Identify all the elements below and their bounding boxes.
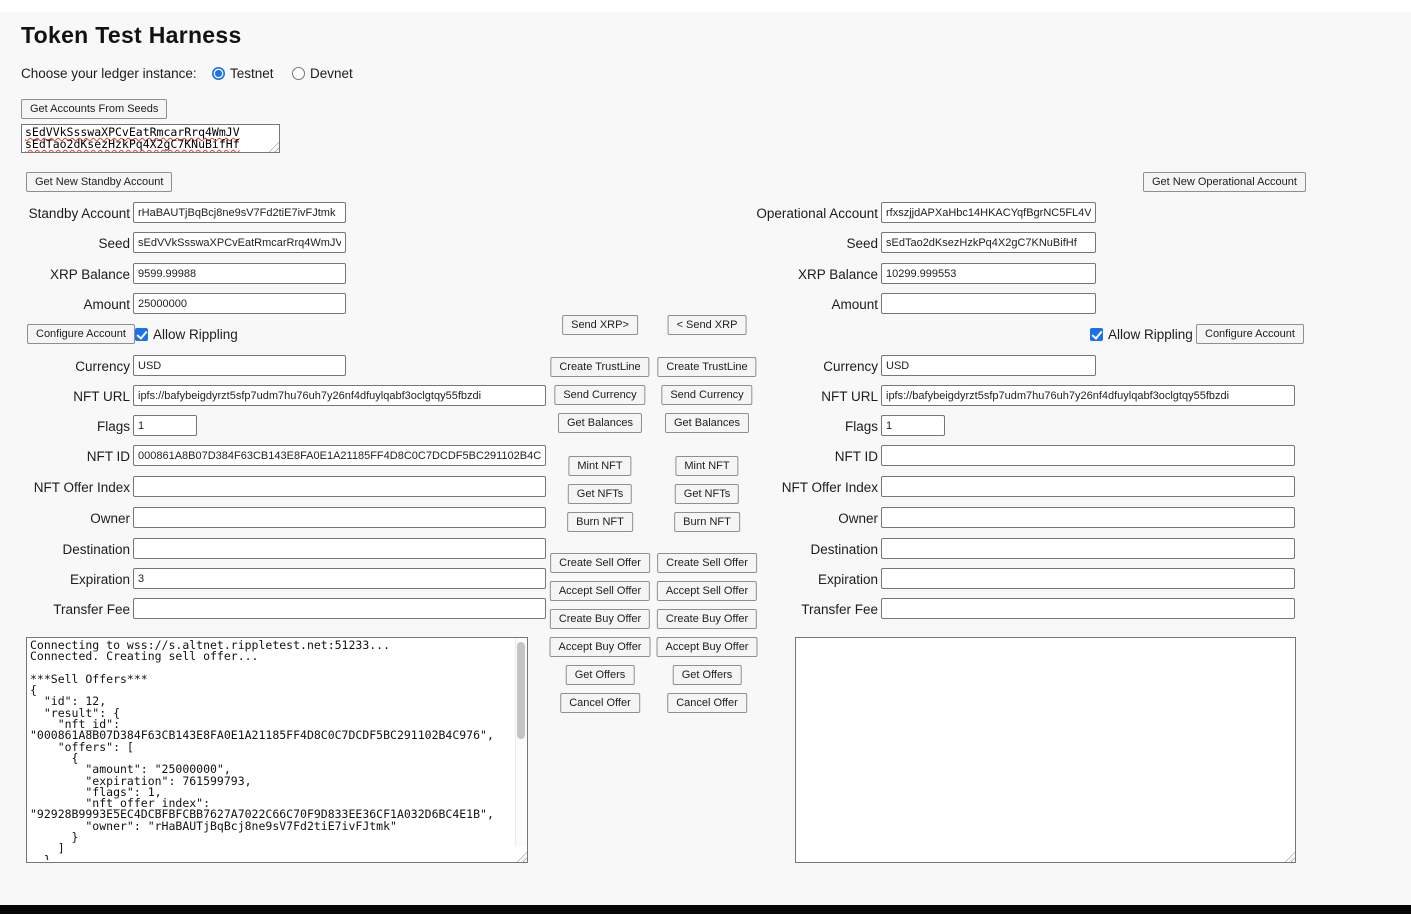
operational-currency-input[interactable] xyxy=(881,355,1096,376)
resize-grip-icon[interactable] xyxy=(514,849,527,862)
operational-xrp-balance-input[interactable] xyxy=(881,263,1096,284)
scrollbar-thumb[interactable] xyxy=(517,642,525,739)
operational-nft-offer-index-input[interactable] xyxy=(881,476,1295,497)
scrollbar-track[interactable] xyxy=(515,638,527,846)
standby-accept-sell-offer-button[interactable]: Accept Sell Offer xyxy=(550,581,650,601)
operational-console-textarea[interactable] xyxy=(795,637,1296,863)
standby-seed-label: Seed xyxy=(0,236,130,251)
operational-seed-input[interactable] xyxy=(881,232,1096,253)
standby-accept-buy-offer-button[interactable]: Accept Buy Offer xyxy=(550,637,651,657)
standby-flags-label: Flags xyxy=(0,419,130,434)
operational-transfer-fee-input[interactable] xyxy=(881,598,1295,619)
get-new-standby-account-button[interactable]: Get New Standby Account xyxy=(26,172,172,192)
standby-owner-input[interactable] xyxy=(133,507,546,528)
resize-grip-icon[interactable] xyxy=(1282,849,1295,862)
standby-nft-url-label: NFT URL xyxy=(0,389,130,404)
operational-get-offers-button[interactable]: Get Offers xyxy=(673,665,742,685)
operational-currency-label: Currency xyxy=(650,359,878,374)
standby-nft-offer-index-label: NFT Offer Index xyxy=(0,480,130,495)
operational-account-label: Operational Account xyxy=(650,206,878,221)
get-accounts-from-seeds-button[interactable]: Get Accounts From Seeds xyxy=(21,99,167,119)
operational-flags-input[interactable] xyxy=(881,415,945,436)
operational-allow-rippling-label[interactable]: Allow Rippling xyxy=(1108,327,1193,342)
operational-expiration-input[interactable] xyxy=(881,568,1295,589)
operational-nft-id-label: NFT ID xyxy=(650,449,878,464)
standby-get-nfts-button[interactable]: Get NFTs xyxy=(568,484,632,504)
standby-configure-account-button[interactable]: Configure Account xyxy=(27,324,135,344)
standby-send-currency-button[interactable]: Send Currency xyxy=(554,385,645,405)
token-test-harness-page: Token Test Harness Choose your ledger in… xyxy=(0,0,1411,914)
operational-owner-input[interactable] xyxy=(881,507,1295,528)
testnet-radio[interactable] xyxy=(212,67,225,80)
top-strip xyxy=(0,0,1411,12)
standby-flags-input[interactable] xyxy=(133,415,197,436)
standby-destination-input[interactable] xyxy=(133,538,546,559)
standby-account-label: Standby Account xyxy=(0,206,130,221)
standby-console-text: Connecting to wss://s.altnet.rippletest.… xyxy=(30,640,511,860)
operational-allow-rippling-checkbox[interactable] xyxy=(1090,328,1103,341)
standby-transfer-fee-label: Transfer Fee xyxy=(0,602,130,617)
page-title: Token Test Harness xyxy=(21,22,242,49)
standby-xrp-balance-label: XRP Balance xyxy=(0,267,130,282)
standby-account-input[interactable] xyxy=(133,202,346,223)
operational-nft-url-input[interactable] xyxy=(881,385,1295,406)
testnet-radio-label[interactable]: Testnet xyxy=(230,66,274,81)
operational-nft-url-label: NFT URL xyxy=(650,389,878,404)
seed-line-2: sEdTao2dKsezHzkPq4X2gC7KNuBifHf xyxy=(25,137,240,151)
standby-console-textarea[interactable]: Connecting to wss://s.altnet.rippletest.… xyxy=(26,637,528,863)
standby-amount-input[interactable] xyxy=(133,293,346,314)
devnet-radio-label[interactable]: Devnet xyxy=(310,66,353,81)
operational-transfer-fee-label: Transfer Fee xyxy=(650,602,878,617)
standby-mint-nft-button[interactable]: Mint NFT xyxy=(568,456,631,476)
standby-nft-offer-index-input[interactable] xyxy=(133,476,546,497)
standby-create-buy-offer-button[interactable]: Create Buy Offer xyxy=(550,609,650,629)
operational-send-xrp-button[interactable]: < Send XRP xyxy=(668,315,747,335)
standby-seed-input[interactable] xyxy=(133,232,346,253)
standby-allow-rippling-checkbox[interactable] xyxy=(135,328,148,341)
standby-owner-label: Owner xyxy=(0,511,130,526)
operational-accept-buy-offer-button[interactable]: Accept Buy Offer xyxy=(657,637,758,657)
standby-cancel-offer-button[interactable]: Cancel Offer xyxy=(560,693,640,713)
operational-nft-id-input[interactable] xyxy=(881,445,1295,466)
get-new-operational-account-button[interactable]: Get New Operational Account xyxy=(1143,172,1306,192)
standby-expiration-input[interactable] xyxy=(133,568,546,589)
operational-amount-input[interactable] xyxy=(881,293,1096,314)
standby-xrp-balance-input[interactable] xyxy=(133,263,346,284)
standby-create-trustline-button[interactable]: Create TrustLine xyxy=(550,357,649,377)
bottom-strip xyxy=(0,905,1411,914)
operational-owner-label: Owner xyxy=(650,511,878,526)
operational-configure-account-button[interactable]: Configure Account xyxy=(1196,324,1304,344)
standby-amount-label: Amount xyxy=(0,297,130,312)
devnet-radio[interactable] xyxy=(292,67,305,80)
ledger-instance-label: Choose your ledger instance: xyxy=(21,66,221,81)
operational-cancel-offer-button[interactable]: Cancel Offer xyxy=(667,693,747,713)
seeds-textarea[interactable]: sEdVVkSsswaXPCvEatRmcarRrq4WmJV sEdTao2d… xyxy=(21,124,280,153)
standby-expiration-label: Expiration xyxy=(0,572,130,587)
operational-account-input[interactable] xyxy=(881,202,1096,223)
standby-allow-rippling-label[interactable]: Allow Rippling xyxy=(153,327,238,342)
standby-nft-url-input[interactable] xyxy=(133,385,546,406)
standby-send-xrp-button[interactable]: Send XRP> xyxy=(562,315,638,335)
standby-nft-id-label: NFT ID xyxy=(0,449,130,464)
operational-nft-offer-index-label: NFT Offer Index xyxy=(650,480,878,495)
standby-burn-nft-button[interactable]: Burn NFT xyxy=(567,512,633,532)
operational-destination-input[interactable] xyxy=(881,538,1295,559)
operational-xrp-balance-label: XRP Balance xyxy=(650,267,878,282)
standby-get-balances-button[interactable]: Get Balances xyxy=(558,413,642,433)
operational-flags-label: Flags xyxy=(650,419,878,434)
operational-destination-label: Destination xyxy=(650,542,878,557)
standby-destination-label: Destination xyxy=(0,542,130,557)
standby-get-offers-button[interactable]: Get Offers xyxy=(566,665,635,685)
operational-amount-label: Amount xyxy=(650,297,878,312)
operational-seed-label: Seed xyxy=(650,236,878,251)
resize-grip-icon[interactable] xyxy=(266,139,279,152)
standby-currency-label: Currency xyxy=(0,359,130,374)
standby-create-sell-offer-button[interactable]: Create Sell Offer xyxy=(550,553,650,573)
operational-expiration-label: Expiration xyxy=(650,572,878,587)
standby-currency-input[interactable] xyxy=(133,355,346,376)
standby-transfer-fee-input[interactable] xyxy=(133,598,546,619)
operational-console-text xyxy=(799,640,1279,860)
standby-nft-id-input[interactable] xyxy=(133,445,546,466)
